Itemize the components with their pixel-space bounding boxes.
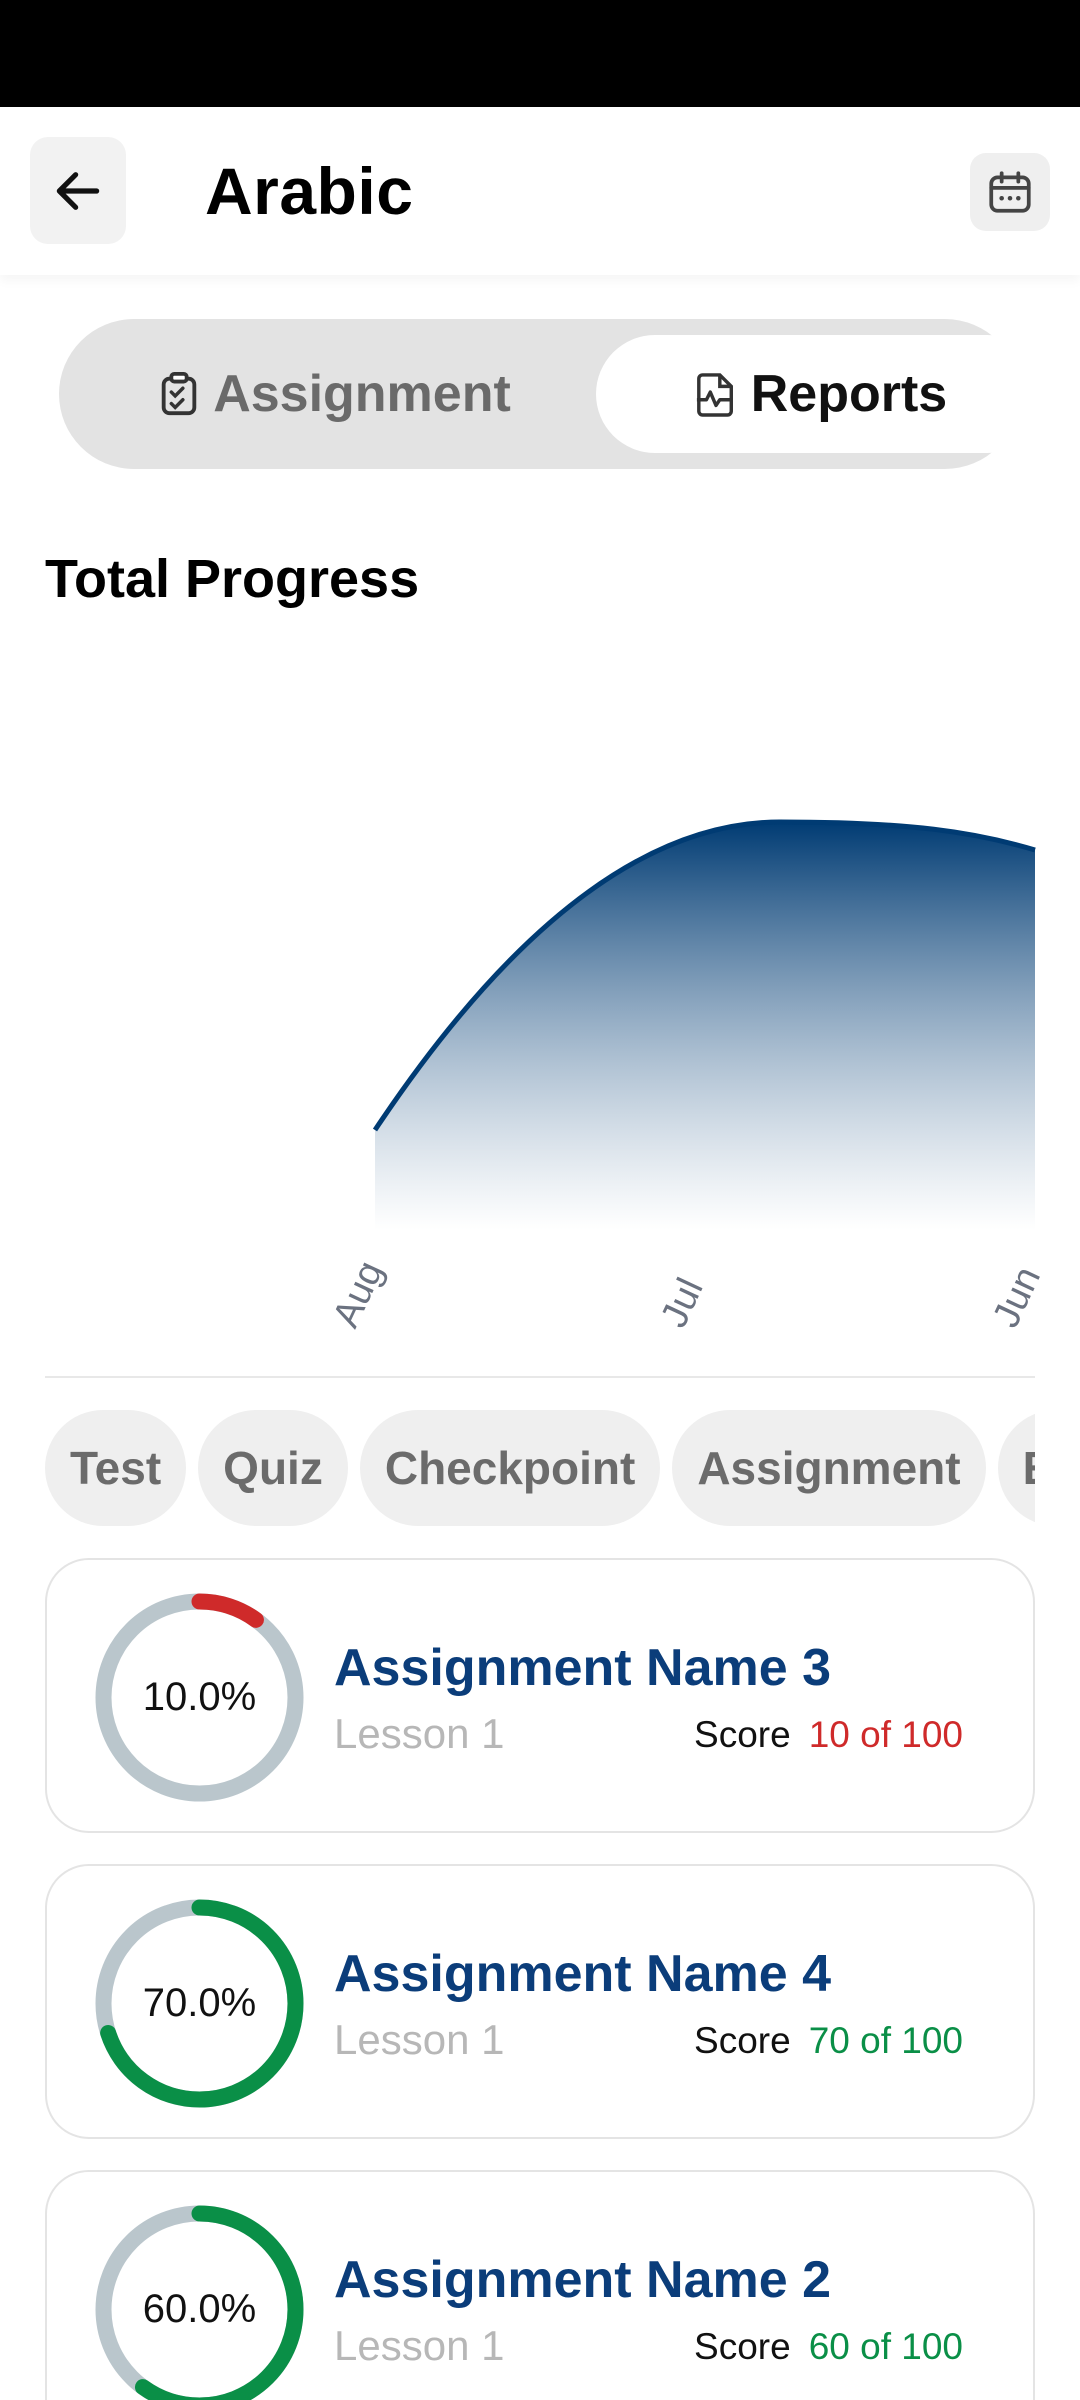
score-label: Score [694, 2020, 791, 2061]
score: Score 60 of 100 [694, 2326, 963, 2368]
assignment-card[interactable]: 60.0% Assignment Name 2 Lesson 1 Score 60 of… [45, 2170, 1035, 2400]
assignment-name: Assignment Name 2 [334, 2251, 832, 2309]
assignment-card[interactable]: 10.0% Assignment Name 3 Lesson 1 Score 10 of… [45, 1558, 1035, 1833]
filter-chip-checkpoint[interactable]: Checkpoint [359, 1410, 661, 1526]
filter-chip-exam[interactable]: Exam [997, 1410, 1035, 1526]
assignment-card[interactable]: 70.0% Assignment Name 4 Lesson 1 Score 70 of… [45, 1864, 1035, 2139]
score-value: 70 of 100 [808, 2020, 963, 2061]
lesson-label: Lesson 1 [334, 2322, 505, 2369]
filter-chip-quiz[interactable]: Quiz [198, 1410, 348, 1526]
calendar-icon [989, 171, 1031, 213]
score-value: 10 of 100 [808, 1714, 963, 1755]
assignment-name: Assignment Name 4 [334, 1945, 832, 2003]
filter-chips: TestQuizCheckpointAssignment Exam [45, 1410, 1035, 1528]
score: Score 10 of 100 [694, 1714, 963, 1756]
calendar-button[interactable] [970, 153, 1050, 231]
back-button[interactable] [30, 137, 126, 244]
progress-chart-svg: Aug Jul Jun [325, 819, 1049, 1334]
area-fill [375, 822, 1035, 1230]
clipboard-check-icon [161, 371, 197, 416]
page-title: Arabic [205, 154, 414, 228]
x-tick-label: Aug [325, 1255, 392, 1334]
tab-assignment[interactable]: Assignment [75, 335, 595, 453]
view-toggle: Assignment Reports [59, 319, 1046, 469]
app-header: Arabic [0, 107, 1080, 275]
total-progress-title: Total Progress [45, 549, 420, 609]
score-value: 60 of 100 [808, 2326, 963, 2367]
arrow-left-icon [56, 171, 100, 210]
tab-assignment-label: Assignment [213, 365, 511, 423]
status-bar [0, 0, 1080, 107]
chart-divider [45, 1376, 1035, 1378]
score: Score 70 of 100 [694, 2020, 963, 2062]
x-tick-label: Jul [653, 1272, 712, 1334]
progress-chart: Aug Jul Jun [0, 640, 1080, 1380]
score-label: Score [694, 2326, 791, 2367]
filter-chip-test[interactable]: Test [45, 1410, 187, 1526]
tab-reports[interactable]: Reports [596, 335, 1046, 453]
progress-percent: 70.0% [142, 1981, 257, 2025]
assignment-name: Assignment Name 3 [334, 1639, 832, 1697]
tab-reports-label: Reports [750, 365, 948, 423]
file-chart-icon [696, 373, 733, 417]
lesson-label: Lesson 1 [334, 2016, 505, 2063]
score-label: Score [694, 1714, 791, 1755]
assignment-list: 10.0% Assignment Name 3 Lesson 1 Score 10 of… [45, 1558, 1035, 2400]
lesson-label: Lesson 1 [334, 1710, 505, 1757]
filter-chip-assignment[interactable]: Assignment [672, 1410, 986, 1526]
x-tick-label: Jun [985, 1261, 1049, 1334]
progress-percent: 60.0% [142, 2287, 257, 2331]
progress-percent: 10.0% [142, 1675, 257, 1719]
